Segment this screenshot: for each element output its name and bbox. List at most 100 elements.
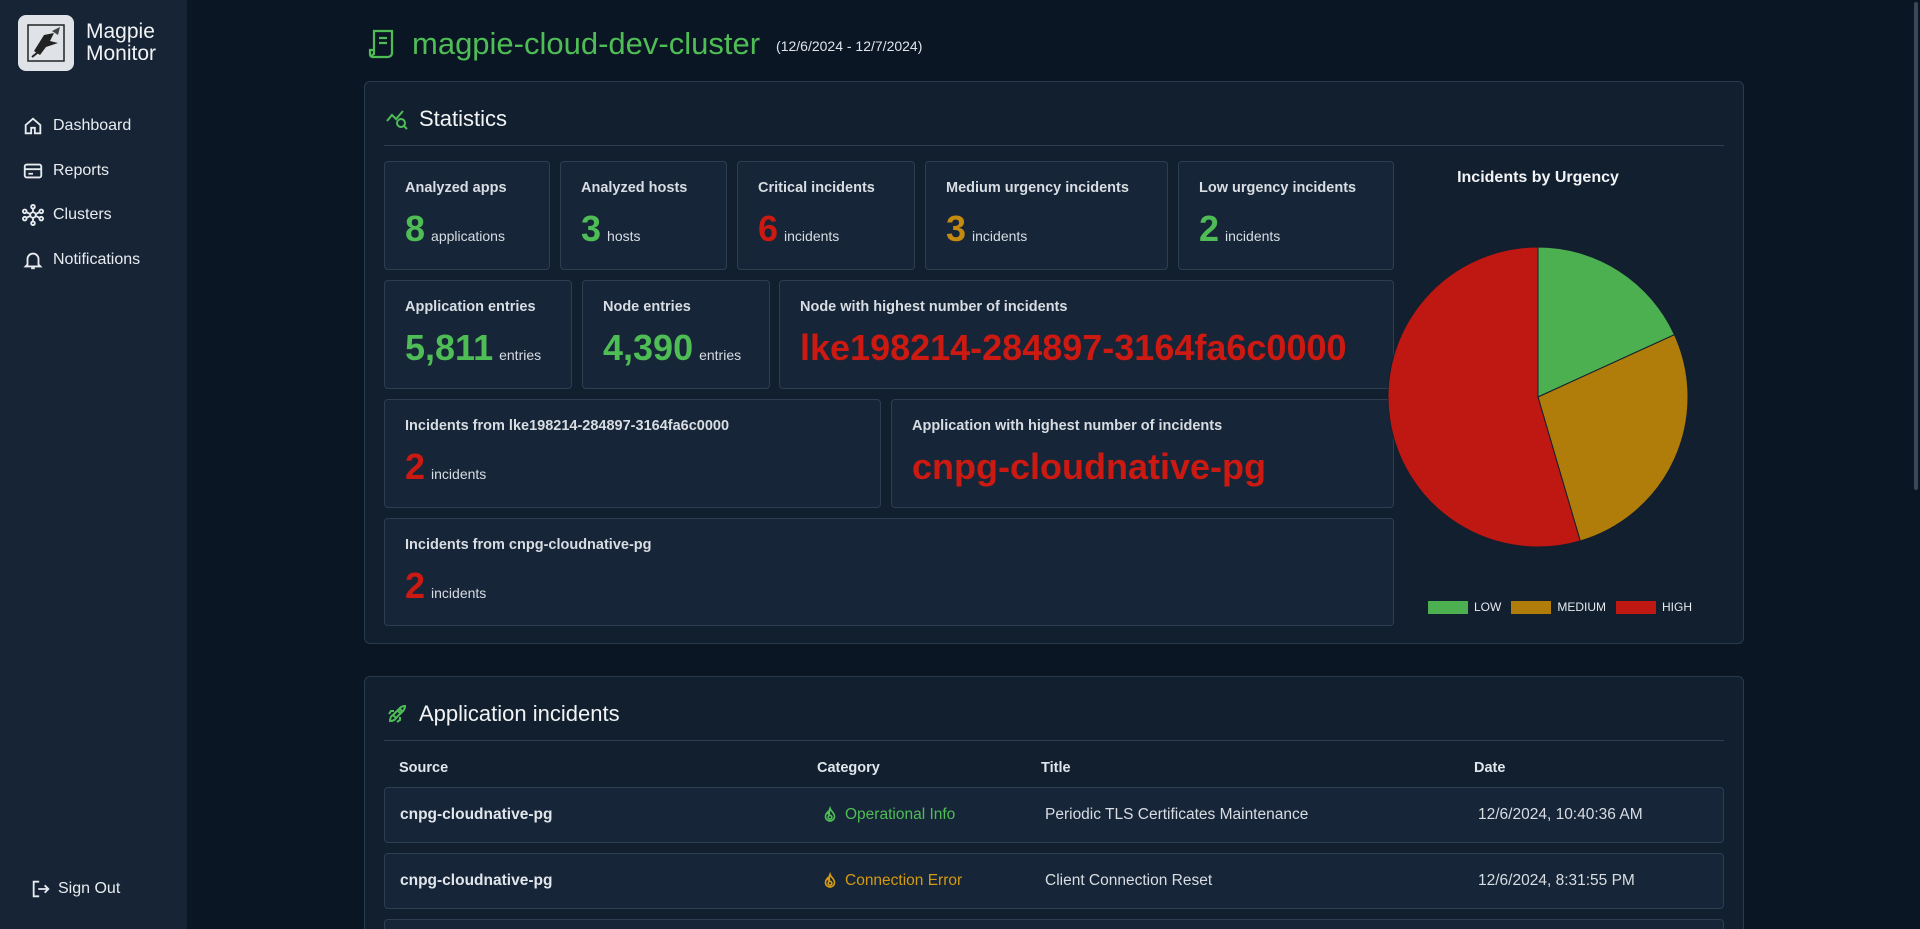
top-app-card: Application with highest number of incid… <box>891 399 1394 508</box>
card-value: 2 <box>1199 208 1220 249</box>
app-incidents-card: Incidents from cnpg-cloudnative-pg 2 inci… <box>384 518 1394 626</box>
card-label: Low urgency incidents <box>1199 180 1357 196</box>
brand-name-line2: Monitor <box>86 42 157 65</box>
card-label: Incidents from lke198214-284897-3164fa6c… <box>405 418 730 434</box>
chart-title: Incidents by Urgency <box>1457 169 1619 186</box>
urgency-pie-chart <box>1387 246 1689 548</box>
card-unit: incidents <box>431 466 487 482</box>
card-value: 2 <box>405 565 426 606</box>
flame-icon <box>824 806 836 822</box>
card-label: Critical incidents <box>758 180 875 196</box>
card-label: Analyzed apps <box>405 180 507 196</box>
divider <box>384 145 1724 146</box>
sign-out-label: Sign Out <box>58 880 121 897</box>
scrollbar-thumb[interactable] <box>1914 2 1918 490</box>
legend-swatch <box>1428 600 1468 614</box>
sidebar-item-reports[interactable]: Reports <box>22 149 140 194</box>
top-node-card: Node with highest number of incidents lk… <box>779 280 1394 389</box>
card-value: 6 <box>758 208 779 249</box>
card-value: 3 <box>946 208 967 249</box>
document-icon <box>368 29 394 59</box>
card-unit: incidents <box>784 228 840 244</box>
card-unit: incidents <box>972 228 1028 244</box>
card-value: 2 <box>405 446 426 487</box>
card-value: 3 <box>581 208 602 249</box>
row-title: Client Connection Reset <box>1045 872 1213 889</box>
card-label: Analyzed hosts <box>581 180 688 196</box>
card-label: Medium urgency incidents <box>946 180 1129 196</box>
card-value: 5,811 <box>405 327 494 368</box>
home-icon <box>24 117 42 135</box>
table-row[interactable]: cnpg-cloudnative-pg Operational Info Per… <box>384 787 1724 843</box>
row-source: cnpg-cloudnative-pg <box>400 872 553 889</box>
card-value: 8 <box>405 208 426 249</box>
card-unit: entries <box>499 347 542 363</box>
sidebar-item-notifications[interactable]: Notifications <box>22 238 140 283</box>
card-unit: entries <box>699 347 742 363</box>
sign-out-icon <box>32 880 50 898</box>
application-incidents-panel: Application incidents Source Category Ti… <box>364 676 1744 929</box>
application-entries-card: Application entries 5,811 entries <box>384 280 572 389</box>
bell-icon <box>23 252 43 269</box>
sidebar-item-label: Notifications <box>53 250 141 268</box>
row-date: 12/6/2024, 10:40:36 AM <box>1478 806 1643 823</box>
legend-swatch <box>1511 600 1552 614</box>
card-label: Node with highest number of incidents <box>800 299 1068 315</box>
statistics-icon <box>386 110 408 130</box>
sign-out-button[interactable]: Sign Out <box>30 878 120 900</box>
sidebar-item-label: Reports <box>53 161 110 179</box>
legend-label: LOW <box>1474 600 1502 614</box>
column-header-title[interactable]: Title <box>1041 760 1071 776</box>
legend-item-medium[interactable]: MEDIUM <box>1511 600 1606 614</box>
card-value: 4,390 <box>603 327 694 368</box>
legend-item-high[interactable]: HIGH <box>1616 600 1692 614</box>
brand-name-line1: Magpie <box>86 20 155 43</box>
row-title: Periodic TLS Certificates Maintenance <box>1045 806 1309 823</box>
page-title: magpie-cloud-dev-cluster <box>412 26 761 61</box>
analyzed-apps-card: Analyzed apps 8 applications <box>384 161 550 270</box>
column-header-date[interactable]: Date <box>1474 760 1505 776</box>
clusters-icon <box>22 204 44 227</box>
page-header: magpie-cloud-dev-cluster (12/6/2024 - 12… <box>368 26 922 62</box>
card-unit: hosts <box>607 228 641 244</box>
column-header-source[interactable]: Source <box>399 760 448 776</box>
legend-item-low[interactable]: LOW <box>1428 600 1501 614</box>
low-incidents-card: Low urgency incidents 2 incidents <box>1178 161 1394 270</box>
legend-label: MEDIUM <box>1557 600 1607 614</box>
table-header: Source Category Title Date <box>399 760 1724 782</box>
card-label: Node entries <box>603 299 691 315</box>
table-row[interactable]: cnpg-cloudnative-pg Connection Error Cli… <box>384 853 1724 909</box>
card-unit: applications <box>431 228 505 244</box>
node-incidents-card: Incidents from lke198214-284897-3164fa6c… <box>384 399 881 508</box>
chart-legend: LOW MEDIUM HIGH <box>1428 600 1702 614</box>
medium-incidents-card: Medium urgency incidents 3 incidents <box>925 161 1168 270</box>
card-value: cnpg-cloudnative-pg <box>912 446 1266 487</box>
date-range: (12/6/2024 - 12/7/2024) <box>776 38 923 54</box>
card-unit: incidents <box>431 585 487 601</box>
sidebar-item-clusters[interactable]: Clusters <box>22 193 140 238</box>
row-source: cnpg-cloudnative-pg <box>400 806 553 823</box>
card-unit: incidents <box>1225 228 1281 244</box>
analyzed-hosts-card: Analyzed hosts 3 hosts <box>560 161 727 270</box>
column-header-category[interactable]: Category <box>817 760 880 776</box>
legend-label: HIGH <box>1662 600 1693 614</box>
card-label: Application entries <box>405 299 536 315</box>
statistics-panel: Statistics Analyzed apps 8 applications A… <box>364 81 1744 644</box>
brand[interactable]: Magpie Monitor <box>18 15 156 71</box>
legend-swatch <box>1616 600 1657 614</box>
divider <box>384 740 1724 741</box>
card-label: Incidents from cnpg-cloudnative-pg <box>405 537 652 553</box>
magpie-logo-icon <box>18 15 74 71</box>
row-category: Connection Error <box>845 872 963 889</box>
rocket-icon <box>388 704 407 723</box>
critical-incidents-card: Critical incidents 6 incidents <box>737 161 915 270</box>
statistics-title: Statistics <box>419 106 508 131</box>
sidebar-item-label: Clusters <box>53 206 112 224</box>
card-value: lke198214-284897-3164fa6c0000 <box>800 327 1347 368</box>
reports-icon <box>23 163 43 179</box>
node-entries-card: Node entries 4,390 entries <box>582 280 770 389</box>
sidebar-item-dashboard[interactable]: Dashboard <box>22 104 140 149</box>
table-row[interactable] <box>384 919 1724 929</box>
sidebar-nav: Dashboard Reports Clusters Notifications <box>22 104 140 282</box>
row-category: Operational Info <box>845 806 956 823</box>
